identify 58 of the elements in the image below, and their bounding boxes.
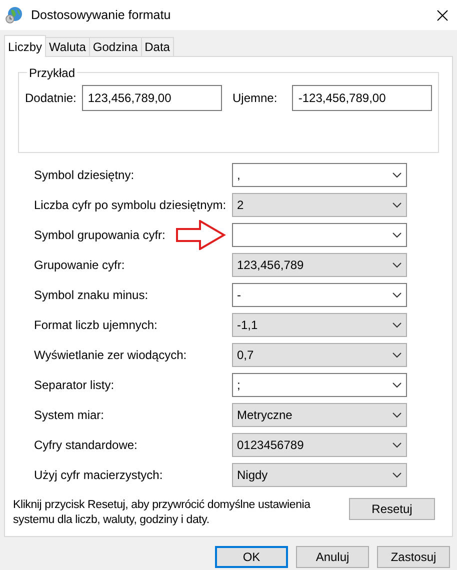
dropdown-value: Nigdy: [237, 467, 269, 484]
window-title: Dostosowywanie formatu: [31, 6, 171, 24]
tab[interactable]: Godzina: [90, 37, 142, 56]
chevron-down-icon: [392, 292, 402, 298]
chevron-down-icon: [392, 472, 402, 478]
dialog-button[interactable]: Zastosuj: [377, 546, 450, 568]
example-field: -123,456,789,00: [292, 85, 432, 111]
dropdown[interactable]: 123,456,789: [232, 253, 407, 277]
close-icon: [436, 10, 448, 20]
dropdown[interactable]: ;: [232, 373, 407, 397]
dropdown[interactable]: -1,1: [232, 313, 407, 337]
globe-icon: [5, 6, 23, 24]
dropdown-value: -1,1: [237, 317, 259, 334]
chevron-down-icon: [392, 172, 402, 178]
dropdown-value: ,: [237, 167, 242, 184]
setting-label: Wyświetlanie zer wiodących:: [34, 347, 188, 364]
reset-button[interactable]: Resetuj: [349, 498, 435, 520]
dropdown-value: ;: [237, 377, 242, 394]
setting-label: Cyfry standardowe:: [34, 437, 138, 454]
chevron-down-icon: [392, 442, 402, 448]
chevron-down-icon: [392, 262, 402, 268]
dropdown[interactable]: ,: [232, 163, 407, 187]
setting-label: Grupowanie cyfr:: [34, 257, 126, 274]
dropdown[interactable]: 0,7: [232, 343, 407, 367]
chevron-down-icon: [392, 232, 402, 238]
dropdown[interactable]: -: [232, 283, 407, 307]
tab[interactable]: Data: [142, 37, 174, 56]
setting-label: Format liczb ujemnych:: [34, 317, 158, 334]
setting-label: Separator listy:: [34, 377, 116, 394]
dialog-button[interactable]: OK: [215, 546, 288, 568]
dropdown[interactable]: Metryczne: [232, 403, 407, 427]
example-field: 123,456,789,00: [82, 85, 222, 111]
setting-label: Symbol grupowania cyfr:: [34, 227, 166, 244]
dropdown[interactable]: 0123456789: [232, 433, 407, 457]
setting-label: Liczba cyfr po symbolu dziesiętnym:: [34, 197, 228, 214]
setting-label: Symbol znaku minus:: [34, 287, 150, 304]
setting-label: Użyj cyfr macierzystych:: [34, 467, 164, 484]
chevron-down-icon: [392, 202, 402, 208]
dropdown-value: 2: [237, 197, 245, 214]
reset-description: Kliknij przycisk Resetuj, aby przywrócić domyślne ustawienia systemu dla liczb, waluty, godziny i daty.: [13, 498, 312, 528]
dropdown[interactable]: 2: [232, 193, 407, 217]
setting-label: System miar:: [34, 407, 106, 424]
field-label: Ujemne:: [232, 90, 278, 107]
chevron-down-icon: [392, 412, 402, 418]
tab[interactable]: Liczby: [4, 35, 46, 57]
tab[interactable]: Waluta: [46, 37, 90, 56]
setting-label: Symbol dziesiętny:: [34, 167, 136, 184]
dropdown[interactable]: Nigdy: [232, 463, 407, 487]
dropdown-value: 123,456,789: [237, 257, 305, 274]
dropdown-value: Metryczne: [237, 407, 294, 424]
field-label: Dodatnie:: [25, 90, 78, 107]
chevron-down-icon: [392, 352, 402, 358]
dialog-button[interactable]: Anuluj: [296, 546, 369, 568]
chevron-down-icon: [392, 382, 402, 388]
chevron-down-icon: [392, 322, 402, 328]
dropdown-value: 0123456789: [237, 437, 305, 454]
dropdown-value: -: [237, 287, 242, 304]
dropdown-value: 0,7: [237, 347, 255, 364]
